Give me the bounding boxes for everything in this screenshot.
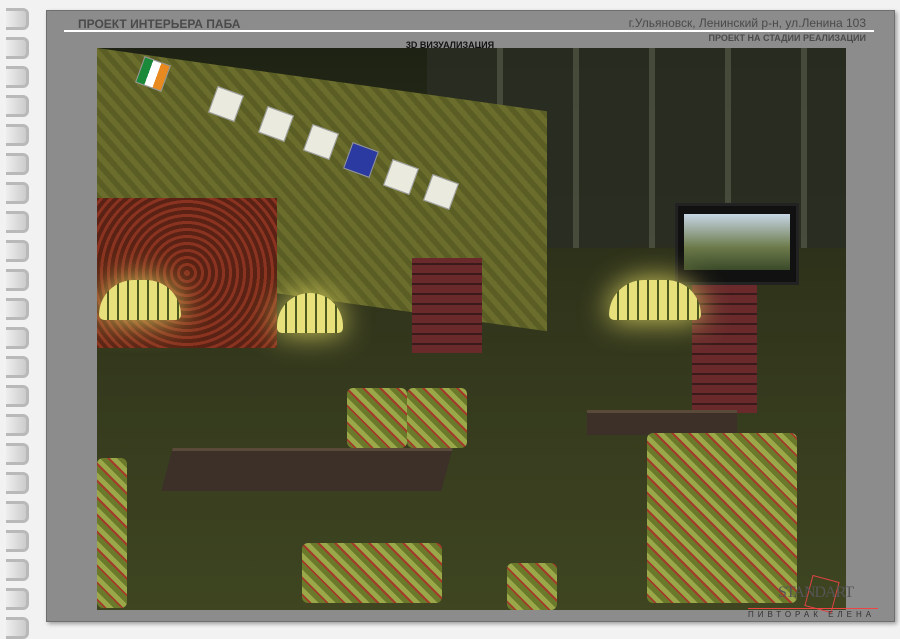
binding-ring (6, 269, 29, 291)
table (161, 448, 453, 491)
binding-ring (6, 588, 29, 610)
table (587, 410, 737, 435)
binding-ring (6, 153, 29, 175)
binding-ring (6, 356, 29, 378)
chair-seat (302, 543, 442, 603)
brick-wall (412, 258, 482, 353)
binding-ring (6, 66, 29, 88)
armchair (97, 458, 127, 608)
binding-ring (6, 530, 29, 552)
project-title: ПРОЕКТ ИНТЕРЬЕРА ПАБА (78, 17, 241, 31)
pub-interior-render (97, 48, 846, 610)
binding-ring (6, 501, 29, 523)
binding-ring (6, 8, 29, 30)
binding-ring (6, 298, 29, 320)
binding-ring (6, 617, 29, 639)
binding-ring (6, 385, 29, 407)
spiral-binding (0, 0, 40, 639)
logo-line (748, 608, 878, 609)
tiffany-lamp (609, 280, 701, 320)
binding-ring (6, 443, 29, 465)
armchair (647, 433, 797, 603)
armchair (507, 563, 557, 610)
binding-ring (6, 95, 29, 117)
header-divider (64, 30, 874, 32)
author-name: ПИВТОРАК ЕЛЕНА (748, 610, 876, 619)
logo-wordmark: STANDART (778, 584, 854, 601)
project-address: г.Ульяновск, Ленинский р-н, ул.Ленина 10… (628, 16, 866, 30)
binding-ring (6, 472, 29, 494)
armchair (347, 388, 407, 448)
tv-screen (675, 203, 799, 285)
armchair (407, 388, 467, 448)
binding-ring (6, 414, 29, 436)
binding-ring (6, 240, 29, 262)
brick-wall (692, 283, 757, 413)
binding-ring (6, 124, 29, 146)
binding-ring (6, 211, 29, 233)
binding-ring (6, 327, 29, 349)
binding-ring (6, 559, 29, 581)
red-wallpaper (97, 198, 277, 348)
binding-ring (6, 182, 29, 204)
